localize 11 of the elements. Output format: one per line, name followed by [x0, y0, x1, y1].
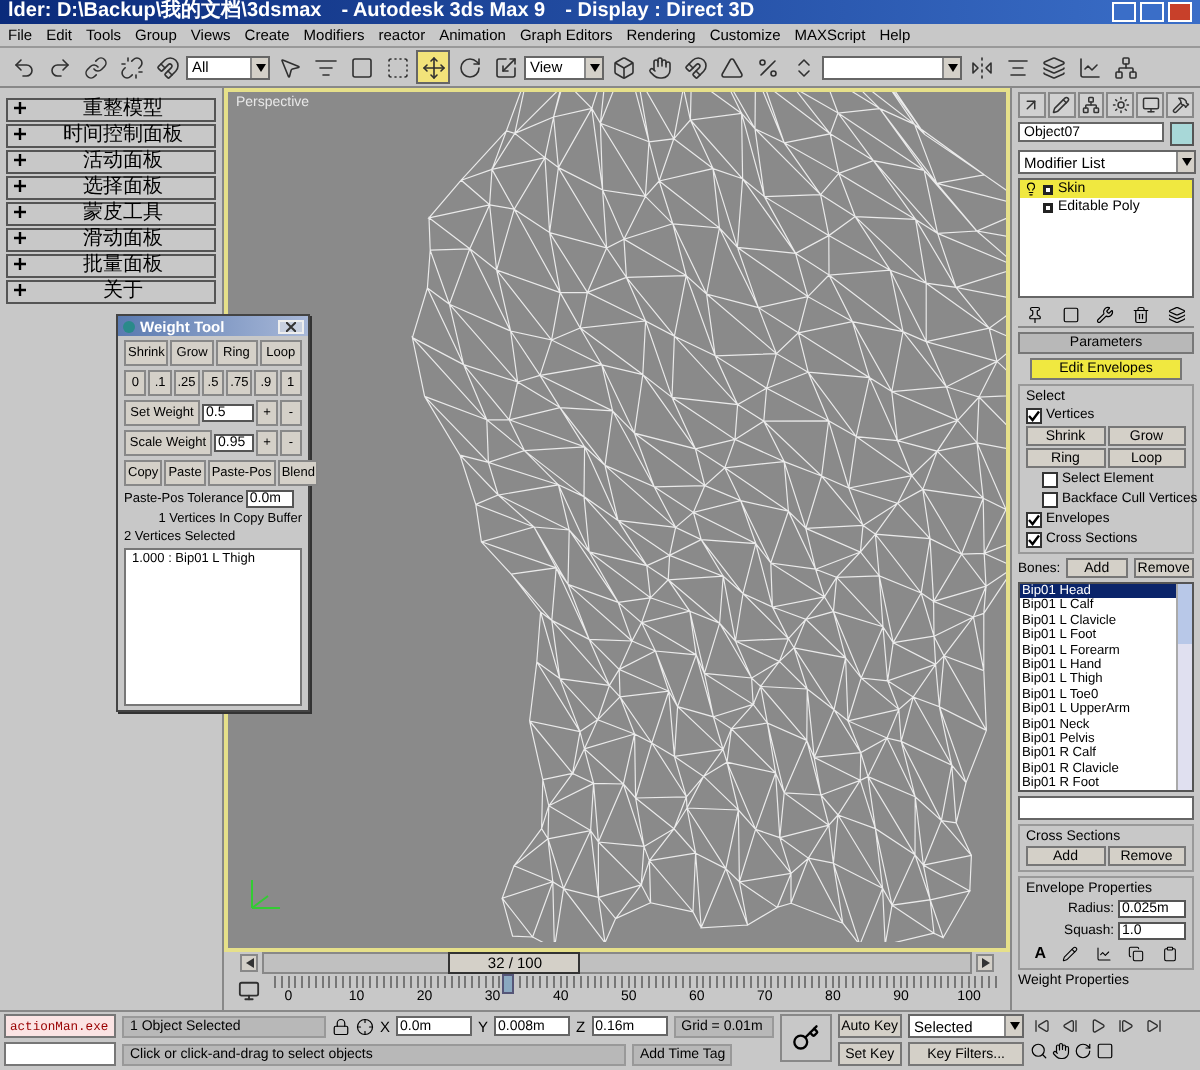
- rollout-button[interactable]: 时间控制面板: [6, 124, 216, 148]
- window-title: - Display : Direct 3D: [565, 0, 755, 24]
- absolute-toggle[interactable]: A: [1034, 944, 1046, 963]
- window-title: - Autodesk 3ds Max 9: [341, 0, 546, 24]
- rollout-button[interactable]: 批量面板: [6, 254, 216, 278]
- rollout-button[interactable]: 选择面板: [6, 176, 216, 200]
- rollout-button[interactable]: 重整模型: [6, 98, 216, 122]
- rollout-button[interactable]: 关于: [6, 280, 216, 304]
- rollout-button[interactable]: 活动面板: [6, 150, 216, 174]
- rollout-button[interactable]: 滑动面板: [6, 228, 216, 252]
- rollout-button[interactable]: 蒙皮工具: [6, 202, 216, 226]
